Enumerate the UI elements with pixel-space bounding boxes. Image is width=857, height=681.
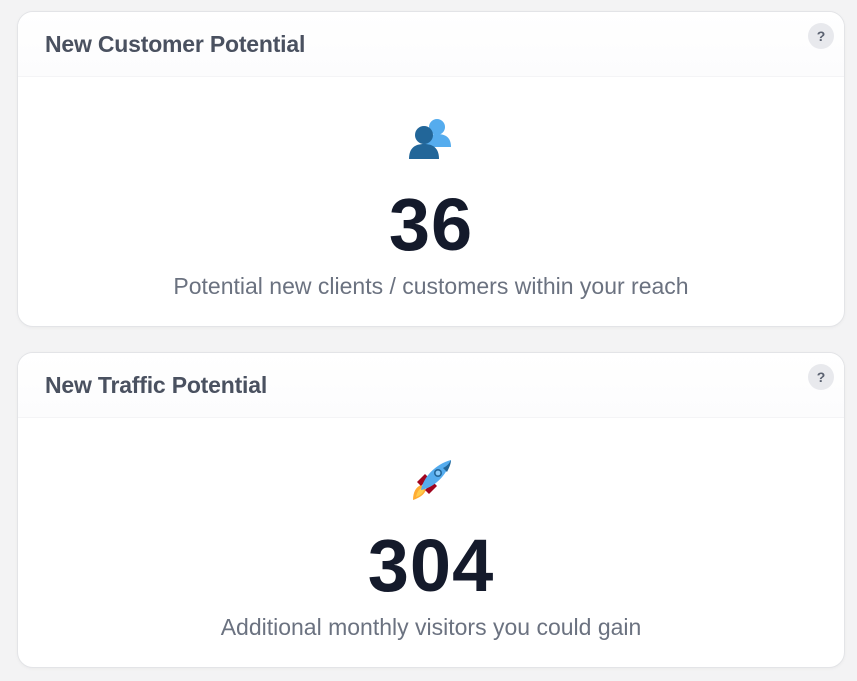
new-customer-potential-card: New Customer Potential ? 36 Potential ne… [17,11,845,327]
help-button[interactable]: ? [808,364,834,390]
new-traffic-potential-card: New Traffic Potential ? 304 Additional m… [17,352,845,668]
traffic-potential-caption: Additional monthly visitors you could ga… [220,614,642,640]
card-header: New Traffic Potential ? [18,353,844,418]
rocket-icon [413,460,451,500]
customer-potential-caption: Potential new clients / customers within… [173,273,689,299]
card-title: New Customer Potential [45,31,306,57]
help-button[interactable]: ? [808,23,834,49]
card-title: New Traffic Potential [45,372,268,398]
busts-in-silhouette-icon [409,119,451,159]
card-header: New Customer Potential ? [18,12,844,77]
traffic-potential-value: 304 [367,524,495,607]
customer-potential-value: 36 [388,183,474,266]
